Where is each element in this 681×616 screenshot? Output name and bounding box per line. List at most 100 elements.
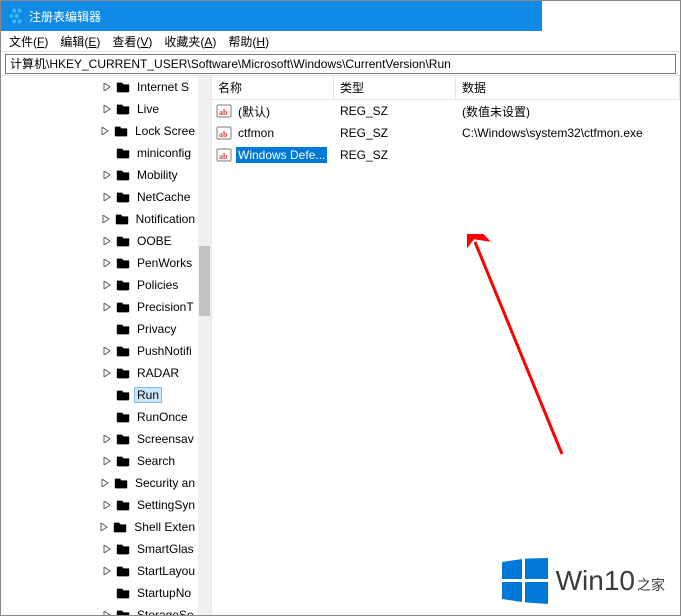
tree-item[interactable]: Security an — [1, 472, 198, 494]
expand-icon[interactable] — [100, 213, 112, 225]
folder-icon — [115, 564, 131, 578]
tree-item-label: Security an — [132, 475, 198, 491]
tree-pane[interactable]: Internet S Live Lock Scree miniconfigMobili… — [1, 76, 212, 615]
tree-item[interactable]: Lock Scree — [1, 120, 198, 142]
address-input[interactable] — [5, 54, 676, 74]
tree-item[interactable]: Shell Exten — [1, 516, 198, 538]
tree-item[interactable]: Internet S — [1, 76, 198, 98]
list-row[interactable]: Windows Defe...REG_SZ — [212, 144, 680, 166]
expand-icon[interactable] — [101, 345, 113, 357]
tree-item[interactable]: SettingSyn — [1, 494, 198, 516]
tree-item[interactable]: Search — [1, 450, 198, 472]
menu-favorites[interactable]: 收藏夹(A) — [158, 31, 222, 52]
tree-item-label: PenWorks — [134, 255, 195, 271]
tree-item[interactable]: Live — [1, 98, 198, 120]
menu-help[interactable]: 帮助(H) — [222, 31, 275, 52]
expand-icon[interactable] — [101, 169, 113, 181]
minimize-button[interactable] — [542, 1, 588, 31]
menu-view[interactable]: 查看(V) — [106, 31, 158, 52]
expand-icon[interactable] — [101, 301, 113, 313]
value-name: Windows Defe... — [236, 147, 327, 163]
tree-item[interactable]: RunOnce — [1, 406, 198, 428]
tree-item[interactable]: PrecisionT — [1, 296, 198, 318]
tree-item-label: Privacy — [134, 321, 179, 337]
menu-file[interactable]: 文件(F) — [3, 31, 54, 52]
tree-item[interactable]: PushNotifi — [1, 340, 198, 362]
folder-icon — [115, 410, 131, 424]
expand-icon[interactable] — [101, 455, 113, 467]
tree-item-label: Policies — [134, 277, 181, 293]
col-data[interactable]: 数据 — [456, 76, 680, 99]
tree-item-label: Screensav — [134, 431, 197, 447]
folder-icon — [115, 300, 131, 314]
tree-item[interactable]: RADAR — [1, 362, 198, 384]
maximize-button[interactable] — [588, 1, 634, 31]
value-type: REG_SZ — [334, 104, 456, 118]
tree-item-label: RADAR — [134, 365, 182, 381]
list-row[interactable]: (默认)REG_SZ(数值未设置) — [212, 100, 680, 122]
expand-icon[interactable] — [101, 257, 113, 269]
reg-sz-icon — [216, 103, 232, 119]
expand-icon[interactable] — [101, 367, 113, 379]
tree-item-label: Live — [134, 101, 162, 117]
col-name[interactable]: 名称 — [212, 76, 334, 99]
expand-icon[interactable] — [101, 279, 113, 291]
tree-item[interactable]: PenWorks — [1, 252, 198, 274]
expand-icon — [101, 389, 113, 401]
tree-item[interactable]: NetCache — [1, 186, 198, 208]
folder-icon — [115, 542, 131, 556]
expand-icon[interactable] — [101, 103, 113, 115]
expand-icon[interactable] — [101, 565, 113, 577]
expand-icon — [101, 323, 113, 335]
titlebar[interactable]: 注册表编辑器 — [1, 1, 680, 31]
folder-icon — [112, 520, 128, 534]
window-title: 注册表编辑器 — [25, 8, 542, 25]
folder-icon — [115, 432, 131, 446]
expand-icon[interactable] — [101, 499, 113, 511]
tree-vscrollbar[interactable] — [198, 76, 211, 615]
reg-sz-icon — [216, 147, 232, 163]
tree-item-label: StorageSe — [134, 607, 197, 615]
tree-item[interactable]: StorageSe — [1, 604, 198, 615]
menu-edit[interactable]: 编辑(E) — [54, 31, 106, 52]
expand-icon[interactable] — [101, 191, 113, 203]
expand-icon[interactable] — [101, 81, 113, 93]
folder-icon — [115, 586, 131, 600]
tree-item[interactable]: StartLayou — [1, 560, 198, 582]
tree-item-label: Run — [134, 387, 162, 403]
tree-item[interactable]: Policies — [1, 274, 198, 296]
folder-icon — [113, 476, 129, 490]
tree-vscroll-thumb[interactable] — [199, 246, 210, 316]
tree-item[interactable]: miniconfig — [1, 142, 198, 164]
folder-icon — [115, 278, 131, 292]
expand-icon[interactable] — [99, 125, 111, 137]
folder-icon — [115, 454, 131, 468]
list-pane[interactable]: 名称 类型 数据 (默认)REG_SZ(数值未设置)ctfmonREG_SZC:… — [212, 76, 680, 615]
value-data: C:\Windows\system32\ctfmon.exe — [456, 126, 680, 140]
maximize-icon — [606, 11, 616, 21]
expand-icon[interactable] — [101, 433, 113, 445]
list-header: 名称 类型 数据 — [212, 76, 680, 100]
expand-icon[interactable] — [99, 477, 111, 489]
value-name: ctfmon — [236, 125, 276, 141]
tree-item[interactable]: Notification — [1, 208, 198, 230]
expand-icon[interactable] — [101, 543, 113, 555]
tree-item[interactable]: SmartGlas — [1, 538, 198, 560]
tree-item-label: OOBE — [134, 233, 175, 249]
expand-icon[interactable] — [101, 609, 113, 615]
tree-item[interactable]: StartupNo — [1, 582, 198, 604]
folder-icon — [115, 168, 131, 182]
expand-icon[interactable] — [99, 521, 111, 533]
tree-item[interactable]: OOBE — [1, 230, 198, 252]
expand-icon[interactable] — [101, 235, 113, 247]
folder-icon — [114, 212, 130, 226]
tree-item-label: Lock Scree — [132, 123, 198, 139]
tree-item[interactable]: Privacy — [1, 318, 198, 340]
close-button[interactable] — [634, 1, 680, 31]
tree-item[interactable]: Mobility — [1, 164, 198, 186]
tree-item[interactable]: Screensav — [1, 428, 198, 450]
col-type[interactable]: 类型 — [334, 76, 456, 99]
list-row[interactable]: ctfmonREG_SZC:\Windows\system32\ctfmon.e… — [212, 122, 680, 144]
tree-item[interactable]: Run — [1, 384, 198, 406]
folder-icon — [115, 146, 131, 160]
